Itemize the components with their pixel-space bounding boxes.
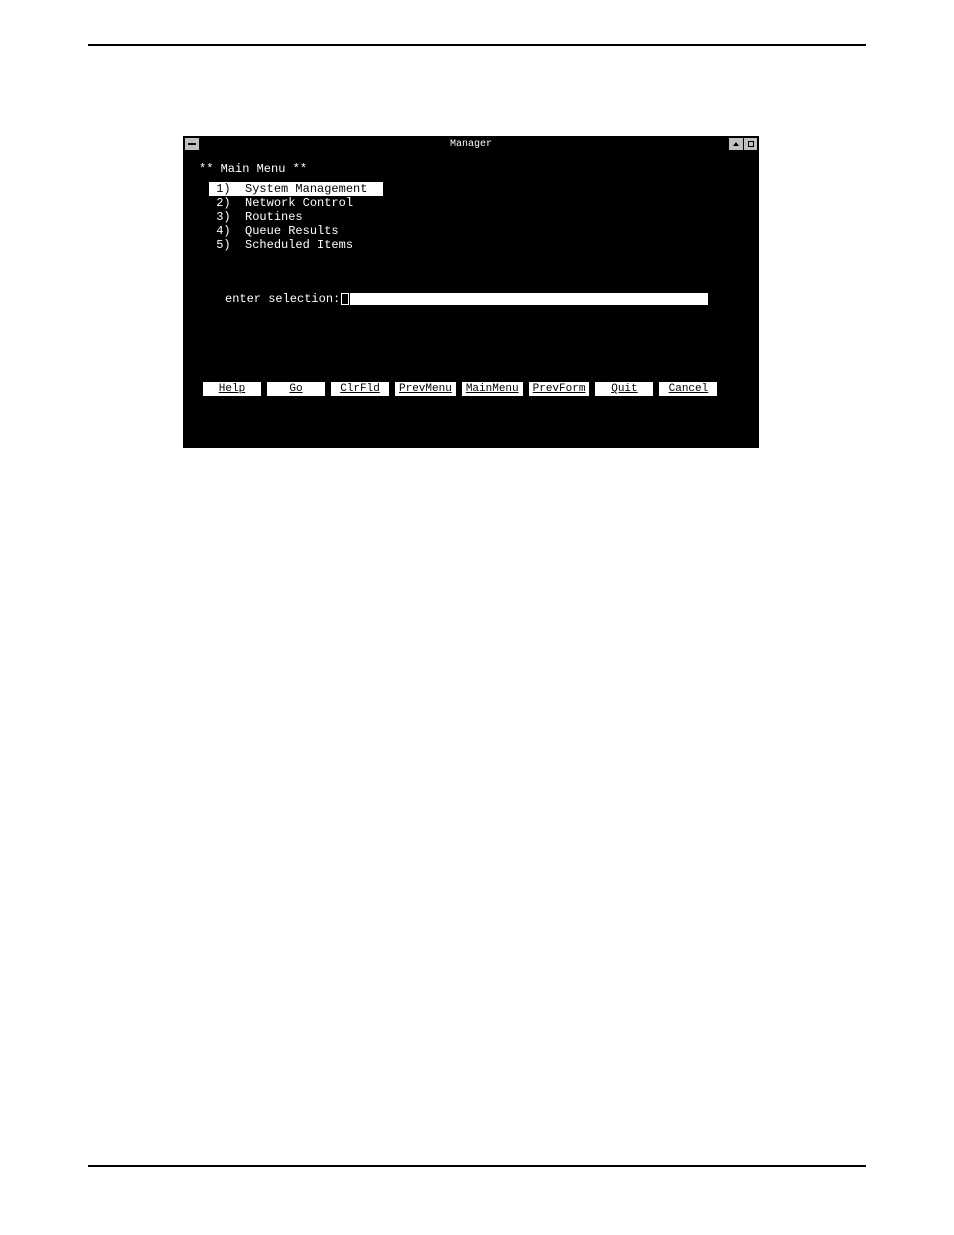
go-button[interactable]: Go xyxy=(267,382,325,396)
menu-item-network-control[interactable]: 2) Network Control xyxy=(209,196,353,210)
selection-input[interactable] xyxy=(350,293,708,305)
menu-item-queue-results[interactable]: 4) Queue Results xyxy=(209,224,339,238)
prevmenu-button[interactable]: PrevMenu xyxy=(395,382,456,396)
window-controls xyxy=(729,138,757,150)
window-bottom-edge xyxy=(183,444,759,448)
quit-button[interactable]: Quit xyxy=(595,382,653,396)
minimize-button[interactable] xyxy=(729,138,743,150)
system-menu-icon[interactable] xyxy=(185,138,199,150)
terminal-body: ** Main Menu ** 1) System Management 2) … xyxy=(183,152,759,412)
cancel-button[interactable]: Cancel xyxy=(659,382,717,396)
clrfld-button[interactable]: ClrFld xyxy=(331,382,389,396)
mainmenu-button[interactable]: MainMenu xyxy=(462,382,523,396)
terminal-window: Manager ** Main Menu ** 1) System Manage… xyxy=(183,136,759,448)
cursor-icon xyxy=(341,293,349,305)
menu-item-routines[interactable]: 3) Routines xyxy=(209,210,303,224)
maximize-button[interactable] xyxy=(743,138,757,150)
help-button[interactable]: Help xyxy=(203,382,261,396)
button-bar: Help Go ClrFld PrevMenu MainMenu PrevFor… xyxy=(183,382,759,396)
menu-item-system-management[interactable]: 1) System Management xyxy=(209,182,383,196)
page-divider-bottom xyxy=(88,1165,866,1167)
page-divider-top xyxy=(88,44,866,46)
menu-item-scheduled-items[interactable]: 5) Scheduled Items xyxy=(209,238,353,252)
titlebar: Manager xyxy=(183,136,759,152)
selection-prompt-row: enter selection: xyxy=(225,292,747,306)
window-title: Manager xyxy=(450,139,492,150)
prevform-button[interactable]: PrevForm xyxy=(529,382,590,396)
selection-prompt-label: enter selection: xyxy=(225,292,340,306)
menu-heading: ** Main Menu ** xyxy=(199,162,747,176)
